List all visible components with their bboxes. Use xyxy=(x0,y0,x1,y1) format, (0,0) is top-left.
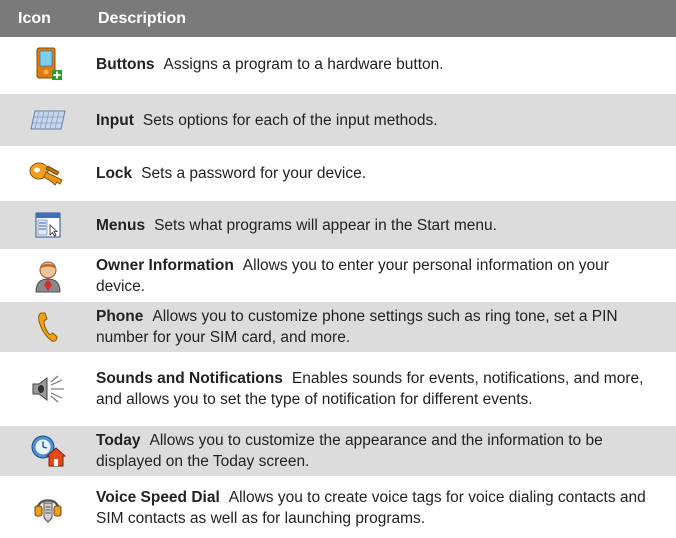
voice-headset-icon xyxy=(0,492,96,524)
row-description: Sounds and Notifications Enables sounds f… xyxy=(96,368,676,410)
keys-icon xyxy=(0,160,96,188)
table-row-sounds-and-notifications: Sounds and Notifications Enables sounds f… xyxy=(0,354,676,426)
table-row-input: Input Sets options for each of the input … xyxy=(0,94,676,148)
row-text: Allows you to customize phone settings s… xyxy=(96,308,618,346)
row-text: Sets a password for your device. xyxy=(141,165,367,182)
phone-handset-icon xyxy=(0,311,96,343)
row-name: Buttons xyxy=(96,56,155,73)
keyboard-icon xyxy=(0,109,96,131)
row-text: Assigns a program to a hardware button. xyxy=(163,56,444,73)
row-description: Input Sets options for each of the input … xyxy=(96,110,676,131)
person-icon xyxy=(0,258,96,294)
table-row-menus: Menus Sets what programs will appear in t… xyxy=(0,201,676,251)
pda-plus-icon xyxy=(0,46,96,84)
header-description-column: Description xyxy=(98,9,187,27)
header-icon-column: Icon xyxy=(18,9,51,27)
table-row-phone: Phone Allows you to customize phone setti… xyxy=(0,302,676,354)
row-description: Today Allows you to customize the appeara… xyxy=(96,430,676,472)
row-text: Sets what programs will appear in the St… xyxy=(154,216,497,234)
row-description: Phone Allows you to customize phone setti… xyxy=(96,306,676,348)
table-row-today: Today Allows you to customize the appeara… xyxy=(0,426,676,478)
menu-window-icon xyxy=(0,211,96,239)
row-description: Voice Speed Dial Allows you to create voi… xyxy=(96,487,676,529)
row-text: Sets options for each of the input metho… xyxy=(142,111,438,129)
row-name: Today xyxy=(96,432,141,449)
table-row-voice-speed-dial: Voice Speed Dial Allows you to create voi… xyxy=(0,478,676,538)
row-description: Buttons Assigns a program to a hardware b… xyxy=(96,54,676,75)
row-name: Sounds and Notifications xyxy=(96,370,283,387)
row-description: Owner Information Allows you to enter you… xyxy=(96,255,676,297)
row-name: Menus xyxy=(96,216,146,234)
row-name: Input xyxy=(96,111,134,129)
table-row-buttons: Buttons Assigns a program to a hardware b… xyxy=(0,37,676,94)
row-name: Lock xyxy=(96,165,133,182)
today-clock-house-icon xyxy=(0,434,96,468)
row-text: Allows you to customize the appearance a… xyxy=(96,432,603,470)
row-description: Lock Sets a password for your device. xyxy=(96,163,676,184)
table-row-owner-information: Owner Information Allows you to enter you… xyxy=(0,251,676,302)
row-name: Voice Speed Dial xyxy=(96,489,220,506)
table-header: Icon Description xyxy=(0,0,676,37)
settings-icon-table: Icon Description Buttons Assigns a progra… xyxy=(0,0,676,538)
row-name: Owner Information xyxy=(96,256,234,274)
table-row-lock: Lock Sets a password for your device. xyxy=(0,148,676,201)
row-description: Menus Sets what programs will appear in t… xyxy=(96,215,676,236)
speaker-icon xyxy=(0,375,96,403)
row-name: Phone xyxy=(96,308,144,325)
